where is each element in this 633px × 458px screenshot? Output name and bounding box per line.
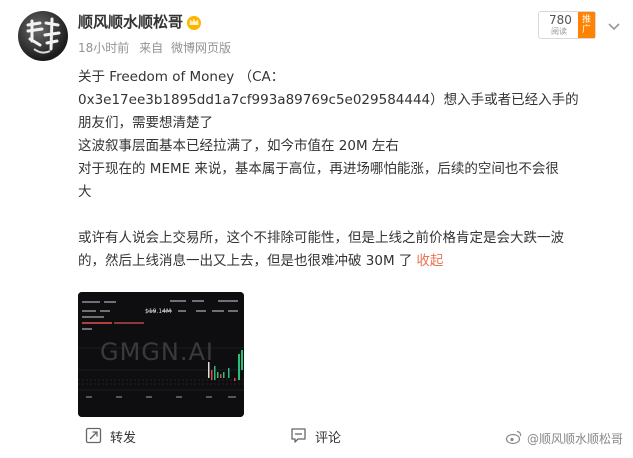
author-avatar[interactable] xyxy=(18,11,68,61)
post-content: 关于 Freedom of Money （CA： 0x3e17ee3b1895d… xyxy=(78,66,608,273)
crown-icon xyxy=(186,14,202,34)
chart-price: $19.14M xyxy=(145,308,171,315)
post-time[interactable]: 18小时前 xyxy=(78,41,129,55)
read-count-label: 阅读 xyxy=(551,27,567,36)
weibo-logo-icon xyxy=(505,429,523,448)
image-watermark: GMGN.AI xyxy=(100,338,214,366)
repost-icon xyxy=(85,427,102,451)
post-meta: 18小时前 来自 微博网页版 xyxy=(78,39,237,57)
repost-button[interactable]: 转发 xyxy=(85,427,136,451)
post-line: 的，然后上线消息一出又上去，但是也很难冲破 30M 了 xyxy=(78,253,413,269)
chevron-down-icon[interactable] xyxy=(607,17,621,36)
comment-button[interactable]: 评论 xyxy=(290,427,341,451)
post-line: 朋友们，需要想清楚了 xyxy=(78,115,213,131)
author-name[interactable]: 顺风顺水顺松哥 xyxy=(78,11,183,33)
post-line-last: 的，然后上线消息一出又上去，但是也很难冲破 30M 了收起 xyxy=(78,250,608,273)
watermark-text: 顺风顺水顺松哥 xyxy=(538,432,623,446)
post-line: 这波叙事层面基本已经拉满了，如今市值在 20M 左右 xyxy=(78,138,399,154)
comment-label: 评论 xyxy=(315,431,342,446)
source-prefix: 来自 xyxy=(139,41,164,55)
post-line: 大 xyxy=(78,184,92,200)
post-line-gap xyxy=(78,204,608,227)
promo-tag[interactable]: 推广 xyxy=(578,12,595,38)
comment-icon xyxy=(290,427,307,451)
repost-label: 转发 xyxy=(110,431,137,446)
collapse-link[interactable]: 收起 xyxy=(416,253,443,269)
post-line: 关于 Freedom of Money （CA： xyxy=(78,69,285,85)
read-count: 780 xyxy=(549,13,572,27)
post-image[interactable]: $19.14M GMGN.AI xyxy=(78,292,244,417)
post-line: 或许有人说会上交易所，这个不排除可能性，但是上线之前价格肯定是会大跌一波 xyxy=(78,230,564,246)
watermark-at: @ xyxy=(526,431,539,446)
post-source[interactable]: 微博网页版 xyxy=(171,41,231,55)
post-line: 0x3e17ee3b1895dd1a7cf993a89769c5e0295844… xyxy=(78,92,579,108)
read-count-badge[interactable]: 780 阅读 推广 xyxy=(538,11,596,39)
post-line: 对于现在的 MEME 来说，基本属于高位，再进场哪怕能涨，后续的空间也不会很 xyxy=(78,161,559,177)
weibo-watermark: @ 顺风顺水顺松哥 xyxy=(505,429,623,448)
